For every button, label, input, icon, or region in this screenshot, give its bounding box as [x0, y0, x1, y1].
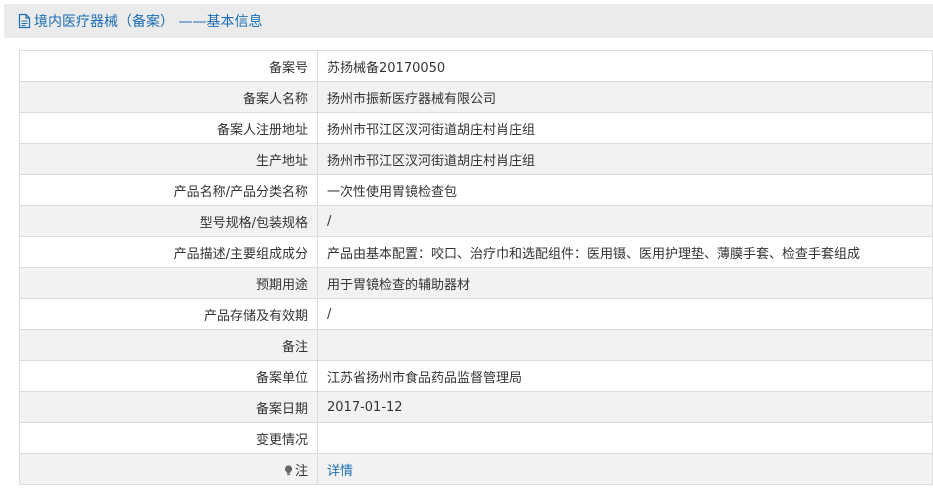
lightbulb-icon — [284, 464, 293, 476]
row-label: 备案人名称 — [19, 81, 318, 113]
row-value: 产品由基本配置：咬口、治疗巾和选配组件：医用镊、医用护理垫、薄膜手套、检查手套组… — [317, 236, 933, 268]
note-row: 注 详情 — [19, 453, 933, 485]
row-value: / — [317, 205, 933, 237]
row-label: 变更情况 — [19, 422, 318, 454]
row-label: 备案日期 — [19, 391, 318, 423]
table-row: 备注 — [19, 329, 933, 361]
table-row: 产品名称/产品分类名称 一次性使用胃镜检查包 — [19, 174, 933, 206]
row-value: 扬州市振新医疗器械有限公司 — [317, 81, 933, 113]
section-header: 境内医疗器械（备案） ——基本信息 — [4, 4, 933, 38]
row-label: 型号规格/包装规格 — [19, 205, 318, 237]
document-icon — [18, 13, 31, 29]
table-row: 生产地址 扬州市邗江区汊河街道胡庄村肖庄组 — [19, 143, 933, 175]
row-label: 备注 — [19, 329, 318, 361]
table-row: 备案日期 2017-01-12 — [19, 391, 933, 423]
row-label: 备案号 — [19, 50, 318, 82]
row-value: 苏扬械备20170050 — [317, 50, 933, 82]
row-label: 备案单位 — [19, 360, 318, 392]
table-row: 预期用途 用于胃镜检查的辅助器材 — [19, 267, 933, 299]
row-value: / — [317, 298, 933, 330]
row-label: 预期用途 — [19, 267, 318, 299]
table-row: 产品存储及有效期 / — [19, 298, 933, 330]
table-row: 备案单位 江苏省扬州市食品药品监督管理局 — [19, 360, 933, 392]
row-value — [317, 422, 933, 454]
info-table: 备案号 苏扬械备20170050 备案人名称 扬州市振新医疗器械有限公司 备案人… — [19, 50, 933, 485]
table-row: 备案号 苏扬械备20170050 — [19, 50, 933, 82]
table-row: 变更情况 — [19, 422, 933, 454]
row-value: 一次性使用胃镜检查包 — [317, 174, 933, 206]
row-value: 江苏省扬州市食品药品监督管理局 — [317, 360, 933, 392]
row-label: 生产地址 — [19, 143, 318, 175]
note-label-cell: 注 — [19, 453, 318, 485]
table-row: 型号规格/包装规格 / — [19, 205, 933, 237]
section-title-text: 境内医疗器械（备案） ——基本信息 — [34, 14, 263, 30]
table-row: 备案人注册地址 扬州市邗江区汊河街道胡庄村肖庄组 — [19, 112, 933, 144]
table-row: 产品描述/主要组成成分 产品由基本配置：咬口、治疗巾和选配组件：医用镊、医用护理… — [19, 236, 933, 268]
row-label: 产品描述/主要组成成分 — [19, 236, 318, 268]
row-value: 用于胃镜检查的辅助器材 — [317, 267, 933, 299]
row-label: 产品名称/产品分类名称 — [19, 174, 318, 206]
row-label: 备案人注册地址 — [19, 112, 318, 144]
note-label: 注 — [294, 463, 308, 479]
details-link[interactable]: 详情 — [327, 464, 353, 479]
row-value: 扬州市邗江区汊河街道胡庄村肖庄组 — [317, 112, 933, 144]
table-row: 备案人名称 扬州市振新医疗器械有限公司 — [19, 81, 933, 113]
row-value: 扬州市邗江区汊河街道胡庄村肖庄组 — [317, 143, 933, 175]
section-title: 境内医疗器械（备案） ——基本信息 — [18, 12, 262, 30]
row-label: 产品存储及有效期 — [19, 298, 318, 330]
row-value — [317, 329, 933, 361]
row-value: 2017-01-12 — [317, 391, 933, 423]
note-value-cell: 详情 — [317, 453, 933, 485]
